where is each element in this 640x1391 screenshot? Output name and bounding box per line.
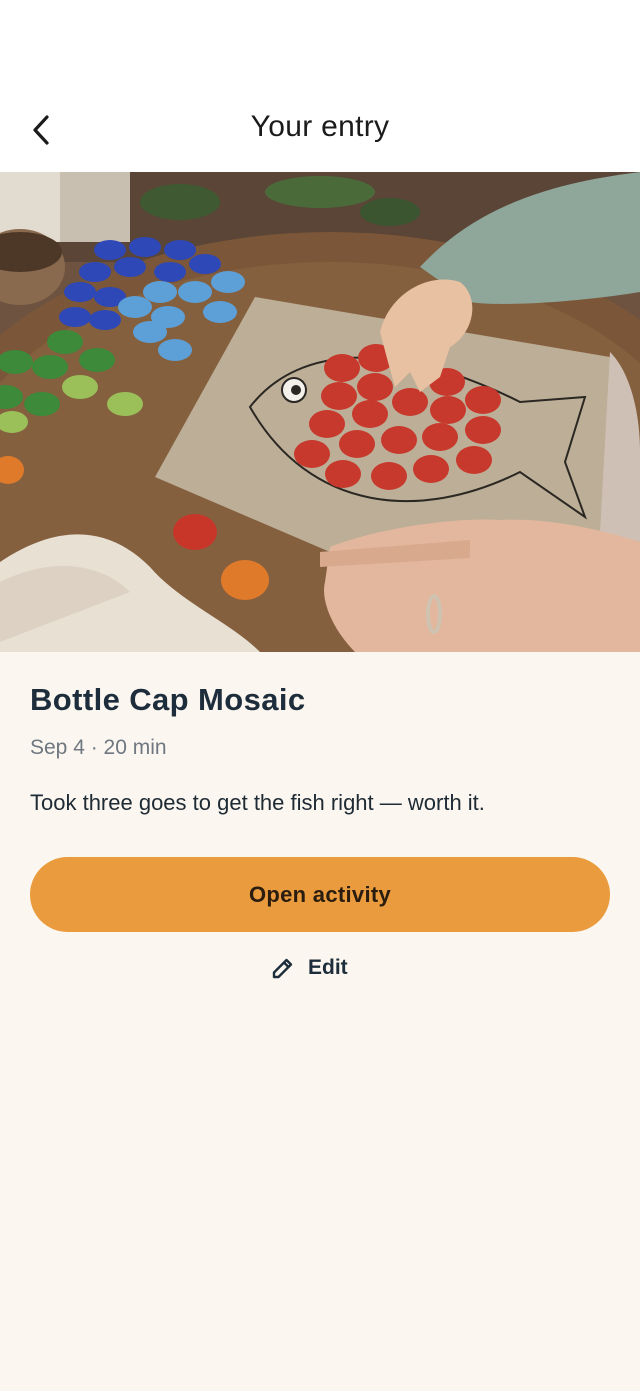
edit-label: Edit [308,956,348,979]
open-activity-button[interactable]: Open activity [30,857,610,932]
entry-title: Bottle Cap Mosaic [30,682,306,717]
hero-image [0,172,640,652]
top-bar: Your entry [0,0,640,172]
pencil-icon [272,958,293,979]
edit-button[interactable]: Edit [270,948,370,988]
entry-note: Took three goes to get the fish right — … [30,790,485,815]
page-title: Your entry [250,110,390,143]
entry-meta: Sep 4 · 20 min [30,736,167,759]
